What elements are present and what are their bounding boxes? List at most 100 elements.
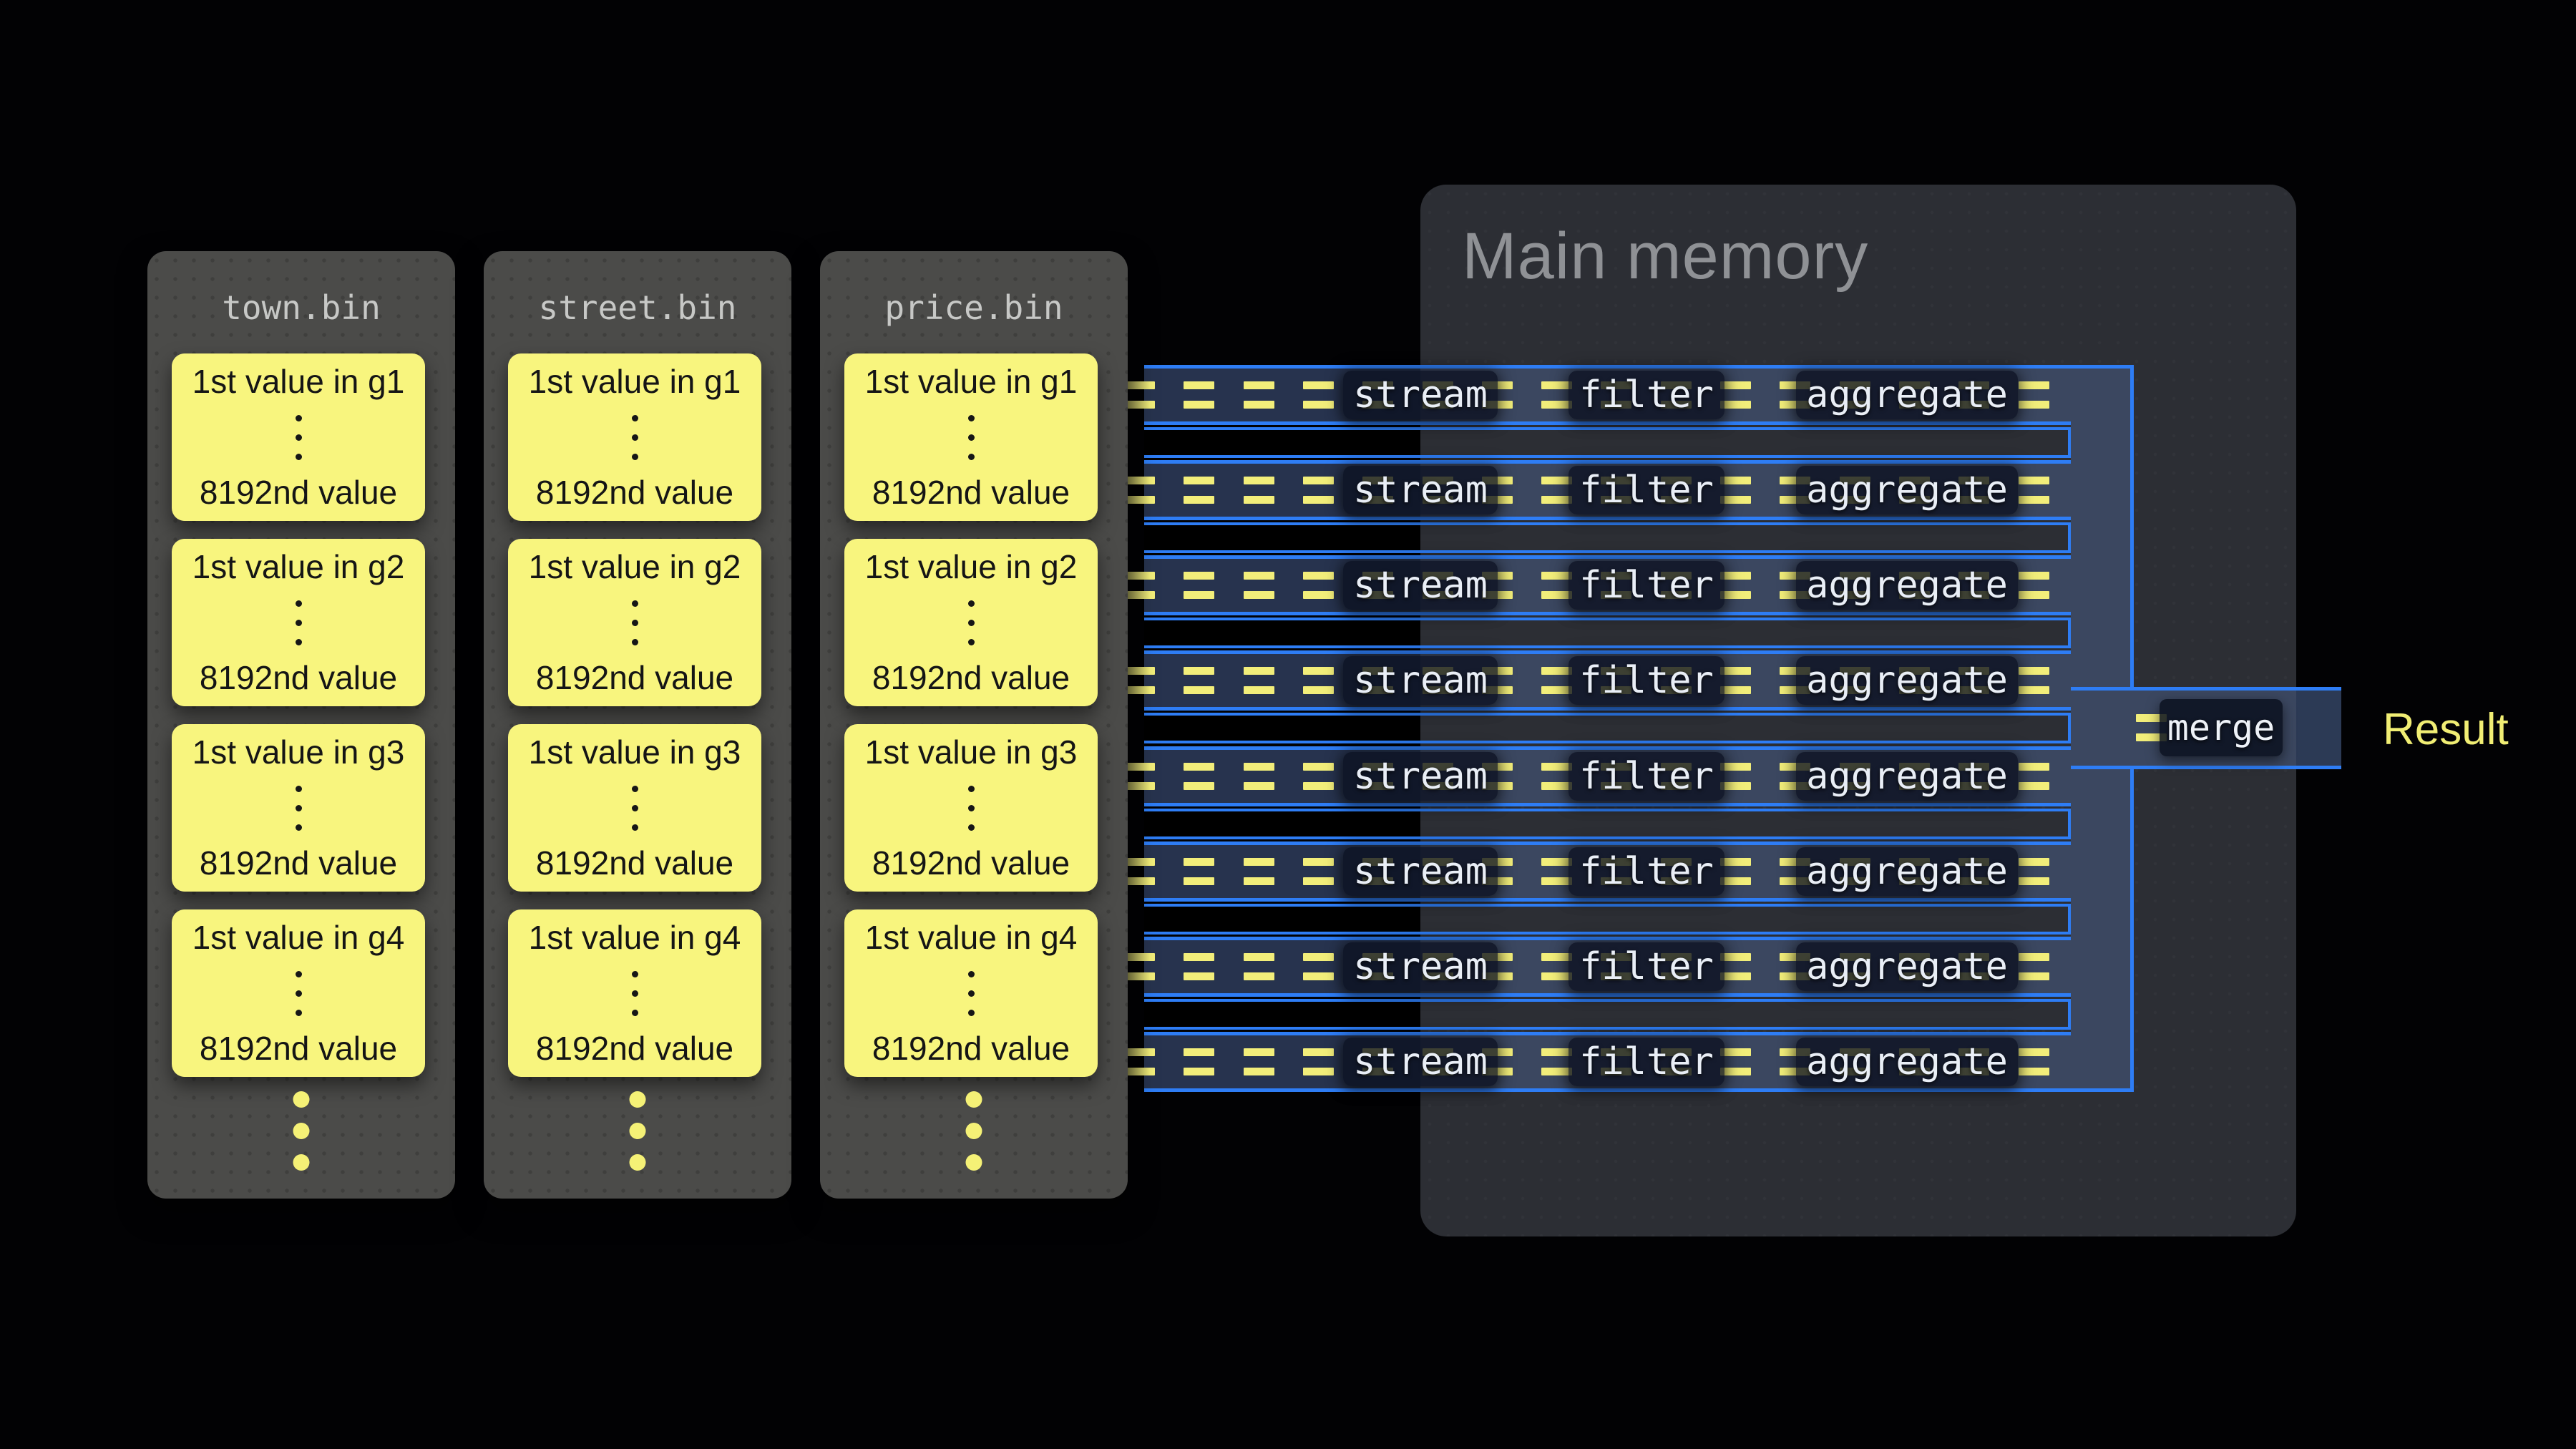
file-continuation-dot — [630, 1154, 646, 1171]
file-continuation-dot — [293, 1091, 310, 1108]
data-chunk-icon — [1303, 381, 1334, 409]
stream-block: stream — [1343, 1038, 1498, 1086]
value-block-g4: 1st value in g4 8192nd value — [508, 909, 761, 1077]
pipeline-row-4: streamfilteraggregate — [1144, 650, 2071, 711]
file-name-label: town.bin — [147, 288, 455, 327]
value-last-label: 8192nd value — [200, 474, 397, 511]
data-chunk-icon — [1244, 477, 1274, 504]
aggregate-block: aggregate — [1796, 752, 2018, 801]
value-block-g1: 1st value in g18192nd value — [172, 353, 425, 521]
value-last-label: 8192nd value — [872, 845, 1070, 882]
file-continuation-dot — [966, 1154, 982, 1171]
ellipsis-dots — [632, 409, 638, 467]
data-chunk-icon — [1720, 858, 1751, 885]
data-chunk-icon — [1541, 763, 1572, 790]
aggregate-block: aggregate — [1796, 656, 2018, 705]
data-chunk-icon — [1541, 667, 1572, 694]
data-chunk-icon — [1303, 667, 1334, 694]
data-chunk-icon — [1303, 763, 1334, 790]
value-block-g1: 1st value in g1 8192nd value — [508, 353, 761, 521]
value-block-g1: 1st value in g18192nd value — [844, 353, 1098, 521]
aggregate-block: aggregate — [1796, 1038, 2018, 1086]
value-first-label: 1st value in g2 — [865, 549, 1078, 585]
data-chunk-icon — [1124, 763, 1155, 790]
merge-channel-border-top — [2130, 365, 2134, 687]
data-chunk-icon — [2019, 1048, 2049, 1075]
data-chunk-icon — [1720, 1048, 1751, 1075]
data-chunk-icon — [1184, 858, 1214, 885]
data-chunk-icon — [2019, 763, 2049, 790]
file-name-label: street.bin — [484, 288, 791, 327]
file-continuation-dot — [293, 1123, 310, 1139]
value-first-label: 1st value in g4 — [865, 919, 1078, 956]
data-chunk-icon — [1244, 953, 1274, 980]
filter-block: filter — [1568, 561, 1724, 610]
data-chunk-icon — [1541, 858, 1572, 885]
value-first-label: 1st value in g1 — [865, 364, 1078, 400]
merge-channel-border-bottom — [2130, 769, 2134, 1092]
value-last-label: 8192nd value — [536, 845, 733, 882]
data-chunk-icon — [1303, 572, 1334, 599]
value-first-label: 1st value in g4 — [529, 919, 741, 956]
ellipsis-dots — [632, 965, 638, 1023]
value-first-label: 1st value in g1 — [529, 364, 741, 400]
data-chunk-icon — [1541, 572, 1572, 599]
data-chunk-icon — [1303, 953, 1334, 980]
value-last-label: 8192nd value — [536, 660, 733, 696]
pipeline-row-6: streamfilteraggregate — [1144, 841, 2071, 902]
data-chunk-icon — [1124, 1048, 1155, 1075]
data-chunk-icon — [1541, 1048, 1572, 1075]
data-chunk-icon — [1720, 667, 1751, 694]
file-card-street.bin: street.bin1st value in g18192nd value1st… — [484, 251, 791, 1199]
value-block-g3: 1st value in g38192nd value — [172, 724, 425, 892]
value-last-label: 8192nd value — [536, 474, 733, 511]
value-first-label: 1st value in g2 — [192, 549, 405, 585]
ellipsis-dots — [296, 409, 302, 467]
main-memory-title: Main memory — [1462, 219, 1868, 294]
data-chunk-icon — [1184, 953, 1214, 980]
buffer-gap-rect — [1144, 713, 2071, 743]
data-chunk-icon — [2019, 477, 2049, 504]
data-chunk-icon — [1124, 953, 1155, 980]
result-label: Result — [2383, 704, 2509, 755]
data-chunk-icon — [1244, 572, 1274, 599]
data-chunk-icon — [1184, 572, 1214, 599]
value-block-g2: 1st value in g28192nd value — [844, 539, 1098, 706]
file-continuation-dot — [966, 1123, 982, 1139]
data-chunk-icon — [1124, 477, 1155, 504]
value-last-label: 8192nd value — [200, 660, 397, 696]
merge-band: merge — [2071, 687, 2341, 769]
ellipsis-dots — [968, 779, 975, 837]
data-chunk-icon — [1124, 858, 1155, 885]
value-first-label: 1st value in g4 — [192, 919, 405, 956]
aggregate-block: aggregate — [1796, 466, 2018, 514]
buffer-gap-rect — [1144, 809, 2071, 839]
stream-block: stream — [1343, 656, 1498, 705]
data-chunk-icon — [1244, 381, 1274, 409]
data-chunk-icon — [1124, 667, 1155, 694]
data-chunk-icon — [1720, 381, 1751, 409]
data-chunk-icon — [1541, 953, 1572, 980]
file-card-price.bin: price.bin1st value in g18192nd value1st … — [820, 251, 1128, 1199]
data-chunk-icon — [2019, 953, 2049, 980]
stream-block: stream — [1343, 942, 1498, 991]
value-last-label: 8192nd value — [536, 1030, 733, 1067]
merge-block: merge — [2160, 699, 2283, 756]
data-chunk-icon — [1303, 858, 1334, 885]
data-chunk-icon — [1184, 763, 1214, 790]
file-continuation-dot — [630, 1123, 646, 1139]
value-block-g4: 1st value in g4 8192nd value — [172, 909, 425, 1077]
value-first-label: 1st value in g2 — [529, 549, 741, 585]
data-chunk-icon — [1541, 477, 1572, 504]
aggregate-block: aggregate — [1796, 942, 2018, 991]
buffer-gap-rect — [1144, 904, 2071, 935]
stream-block: stream — [1343, 466, 1498, 514]
data-chunk-icon — [1124, 381, 1155, 409]
stream-block: stream — [1343, 561, 1498, 610]
value-last-label: 8192nd value — [200, 1030, 397, 1067]
value-block-g3: 1st value in g38192nd value — [508, 724, 761, 892]
data-chunk-icon — [1720, 572, 1751, 599]
file-continuation-dot — [293, 1154, 310, 1171]
filter-block: filter — [1568, 466, 1724, 514]
data-chunk-icon — [1720, 953, 1751, 980]
